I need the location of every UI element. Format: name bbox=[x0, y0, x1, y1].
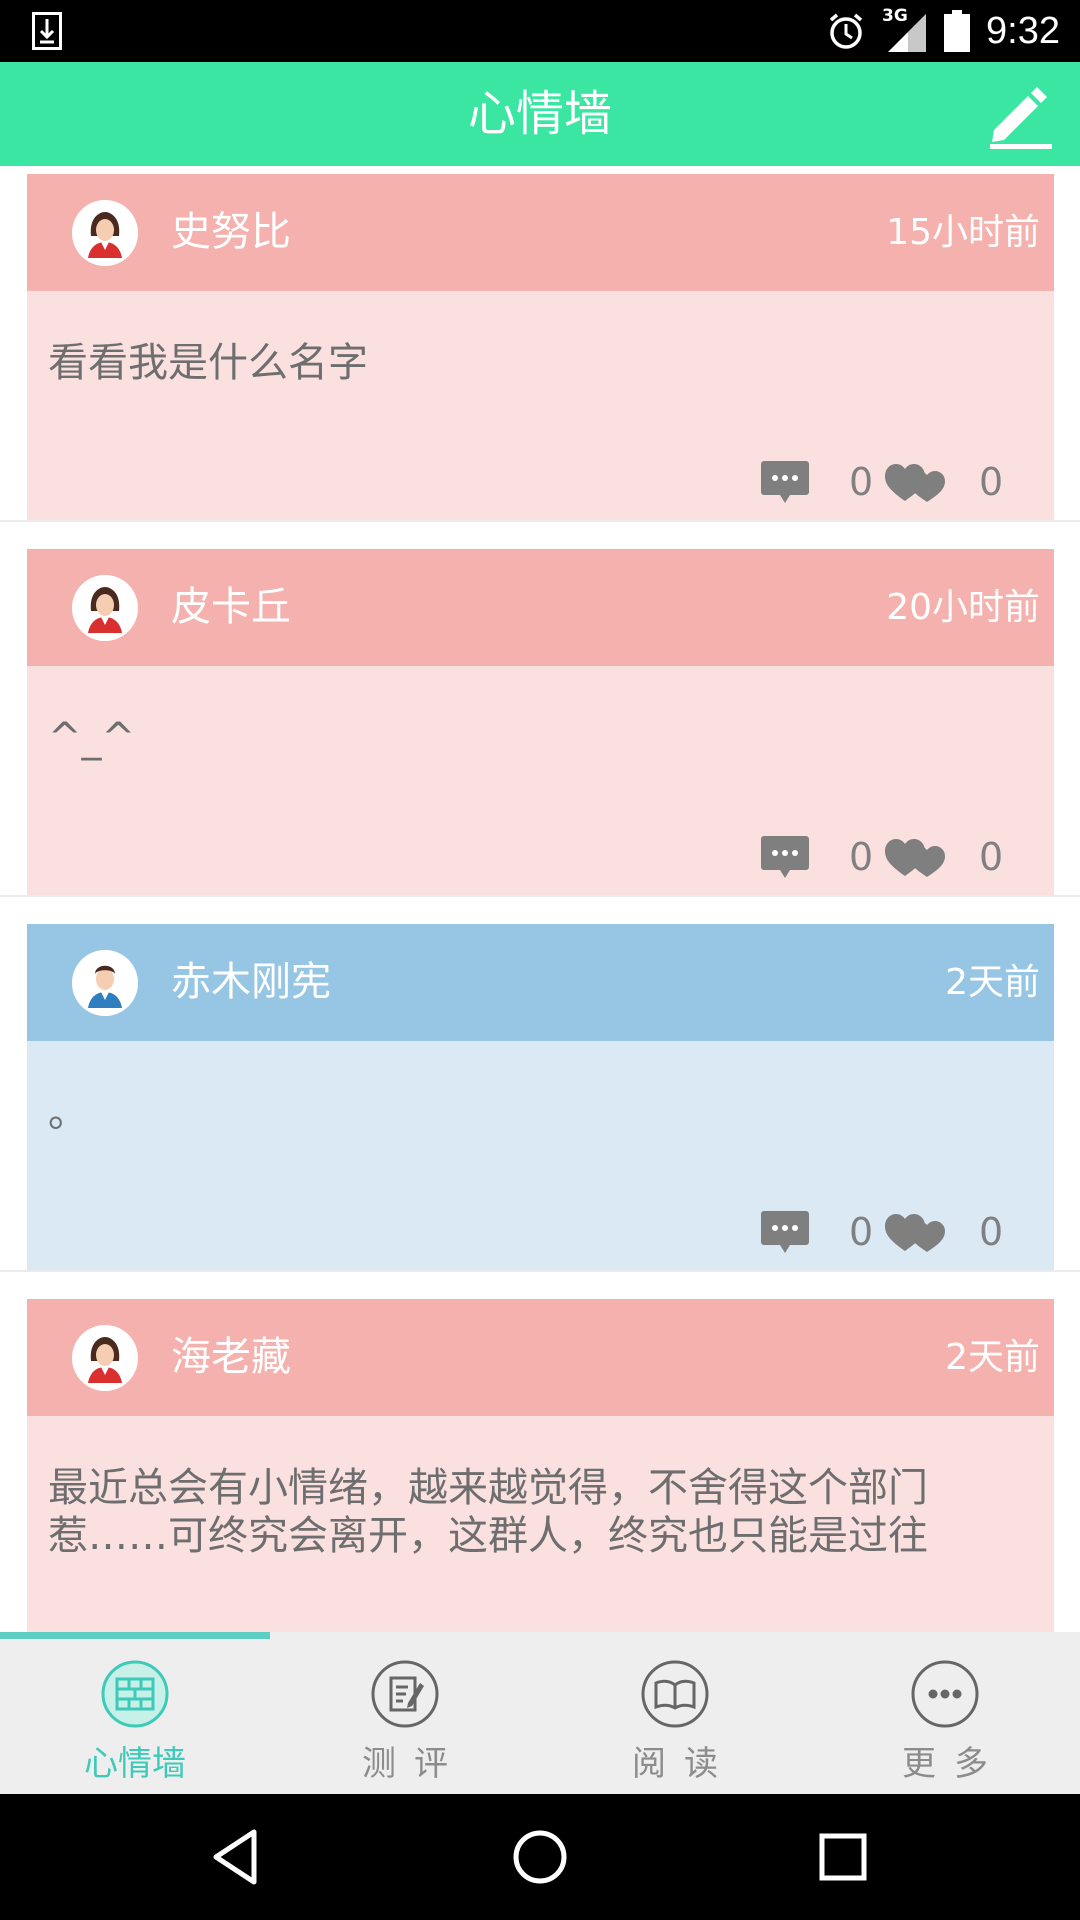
post-content: ^_^ bbox=[48, 715, 136, 761]
status-time: 9:32 bbox=[986, 9, 1060, 52]
tab-label: 测评 bbox=[362, 1744, 466, 1784]
divider bbox=[0, 1270, 1080, 1272]
mood-feed[interactable]: 史努比 15小时前 看看我是什么名字 0 0 皮卡丘 20小时前 ^_^ 0 0… bbox=[0, 166, 1080, 1632]
app-bar: 心情墙 bbox=[0, 62, 1080, 166]
comment-icon[interactable] bbox=[760, 834, 810, 880]
post-time: 20小时前 bbox=[886, 587, 1040, 628]
post-header: 史努比 15小时前 bbox=[27, 174, 1054, 291]
post-card[interactable]: 赤木刚宪 2天前 。 0 0 bbox=[27, 916, 1054, 1270]
book-icon bbox=[641, 1660, 709, 1728]
bottom-nav: 心情墙 测评 阅读 更多 bbox=[0, 1632, 1080, 1794]
divider bbox=[0, 520, 1080, 522]
tab-label: 阅读 bbox=[632, 1744, 736, 1784]
author-name[interactable]: 史努比 bbox=[171, 174, 291, 291]
system-nav-bar bbox=[0, 1794, 1080, 1920]
status-bar: 3G 9:32 bbox=[0, 0, 1080, 62]
post-content: 。 bbox=[48, 1090, 88, 1136]
tab-mood-wall[interactable]: 心情墙 bbox=[0, 1632, 270, 1794]
post-header: 海老藏 2天前 bbox=[27, 1299, 1054, 1416]
author-name[interactable]: 皮卡丘 bbox=[171, 549, 291, 666]
download-notification-icon bbox=[32, 12, 62, 50]
avatar[interactable] bbox=[72, 575, 138, 641]
recents-icon[interactable] bbox=[810, 1824, 876, 1890]
back-icon[interactable] bbox=[204, 1824, 270, 1890]
comment-count: 0 bbox=[849, 835, 874, 879]
author-name[interactable]: 海老藏 bbox=[171, 1299, 291, 1416]
post-body[interactable]: ^_^ 0 0 bbox=[27, 666, 1054, 895]
page-title: 心情墙 bbox=[467, 86, 612, 142]
like-count: 0 bbox=[979, 835, 1004, 879]
post-content: 最近总会有小情绪，越来越觉得，不舍得这个部门惹……可终究会离开，这群人，终究也只… bbox=[48, 1465, 928, 1559]
hearts-icon[interactable] bbox=[885, 838, 947, 878]
signal-icon: 3G bbox=[882, 6, 928, 54]
more-icon bbox=[911, 1660, 979, 1728]
post-body[interactable]: 最近总会有小情绪，越来越觉得，不舍得这个部门惹……可终究会离开，这群人，终究也只… bbox=[27, 1416, 1054, 1632]
alarm-icon bbox=[829, 13, 863, 49]
female-avatar-icon bbox=[72, 200, 138, 266]
like-count: 0 bbox=[979, 1210, 1004, 1254]
comment-icon[interactable] bbox=[760, 1209, 810, 1255]
post-body[interactable]: 。 0 0 bbox=[27, 1041, 1054, 1270]
post-header: 皮卡丘 20小时前 bbox=[27, 549, 1054, 666]
wall-icon bbox=[101, 1660, 169, 1728]
author-name[interactable]: 赤木刚宪 bbox=[171, 924, 331, 1041]
post-time: 2天前 bbox=[945, 962, 1040, 1003]
tab-more[interactable]: 更多 bbox=[810, 1632, 1080, 1794]
post-header: 赤木刚宪 2天前 bbox=[27, 924, 1054, 1041]
post-time: 2天前 bbox=[945, 1337, 1040, 1378]
avatar[interactable] bbox=[72, 200, 138, 266]
hearts-icon[interactable] bbox=[885, 463, 947, 503]
female-avatar-icon bbox=[72, 575, 138, 641]
divider bbox=[0, 895, 1080, 897]
post-card[interactable]: 海老藏 2天前 最近总会有小情绪，越来越觉得，不舍得这个部门惹……可终究会离开，… bbox=[27, 1291, 1054, 1632]
post-actions: 0 0 bbox=[27, 1209, 1054, 1259]
avatar[interactable] bbox=[72, 1325, 138, 1391]
tab-reading[interactable]: 阅读 bbox=[540, 1632, 810, 1794]
battery-icon bbox=[944, 10, 971, 52]
comment-count: 0 bbox=[849, 460, 874, 504]
tab-label: 心情墙 bbox=[84, 1744, 186, 1784]
post-content: 看看我是什么名字 bbox=[48, 340, 368, 386]
avatar[interactable] bbox=[72, 950, 138, 1016]
tab-label: 更多 bbox=[902, 1744, 1006, 1784]
test-edit-icon bbox=[371, 1660, 439, 1728]
edit-pencil-icon[interactable] bbox=[982, 78, 1054, 150]
comment-icon[interactable] bbox=[760, 459, 810, 505]
like-count: 0 bbox=[979, 460, 1004, 504]
post-card[interactable]: 史努比 15小时前 看看我是什么名字 0 0 bbox=[27, 166, 1054, 520]
female-avatar-icon bbox=[72, 1325, 138, 1391]
post-actions: 0 0 bbox=[27, 459, 1054, 509]
hearts-icon[interactable] bbox=[885, 1213, 947, 1253]
post-time: 15小时前 bbox=[886, 212, 1040, 253]
post-body[interactable]: 看看我是什么名字 0 0 bbox=[27, 291, 1054, 520]
home-icon[interactable] bbox=[507, 1824, 573, 1890]
male-avatar-icon bbox=[72, 950, 138, 1016]
comment-count: 0 bbox=[849, 1210, 874, 1254]
tab-test[interactable]: 测评 bbox=[270, 1632, 540, 1794]
post-actions: 0 0 bbox=[27, 834, 1054, 884]
post-card[interactable]: 皮卡丘 20小时前 ^_^ 0 0 bbox=[27, 541, 1054, 895]
